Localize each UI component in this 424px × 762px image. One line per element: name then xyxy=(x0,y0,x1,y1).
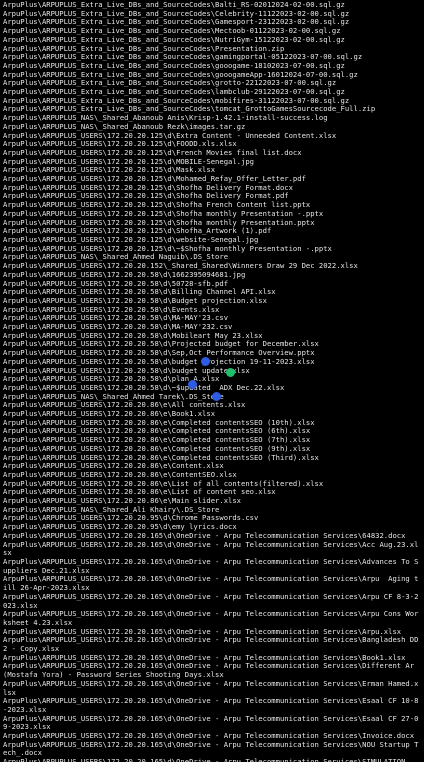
terminal-line: ArpuPlus\ARPUPLUS_USERS\172.20.20.165\d\… xyxy=(3,609,419,627)
terminal-output: ArpuPlus\ARPUPLUS_Extra_Live_DBs_and_Sou… xyxy=(0,0,424,762)
terminal-line: ArpuPlus\ARPUPLUS_USERS\172.20.20.165\d\… xyxy=(3,539,419,558)
terminal-line: ArpuPlus\ARPUPLUS_USERS\172.20.20.165\d\… xyxy=(3,591,419,610)
terminal-line: ArpuPlus\ARPUPLUS_USERS\172.20.20.165\d\… xyxy=(3,557,419,575)
terminal-line: ArpuPlus\ARPUPLUS_USERS\172.20.20.165\d\… xyxy=(3,739,419,758)
terminal-line: ArpuPlus\ARPUPLUS_USERS\172.20.20.165\d\… xyxy=(3,678,419,697)
terminal-line: ArpuPlus\ARPUPLUS_USERS\172.20.20.165\d\… xyxy=(3,757,406,762)
blue-dot-icon xyxy=(212,392,221,401)
terminal-line: ArpuPlus\ARPUPLUS_USERS\172.20.20.165\d\… xyxy=(3,713,419,732)
green-dot-icon xyxy=(226,368,235,377)
blue-dot-icon xyxy=(201,357,210,366)
terminal-line: ArpuPlus\ARPUPLUS_USERS\172.20.20.165\d\… xyxy=(3,696,419,714)
terminal-line: ArpuPlus\ARPUPLUS_USERS\172.20.20.165\d\… xyxy=(3,661,419,680)
blue-dot-icon xyxy=(188,380,197,389)
terminal-line: ArpuPlus\ARPUPLUS_USERS\172.20.20.165\d\… xyxy=(3,574,419,593)
terminal-line: ArpuPlus\ARPUPLUS_USERS\172.20.20.165\d\… xyxy=(3,635,423,654)
